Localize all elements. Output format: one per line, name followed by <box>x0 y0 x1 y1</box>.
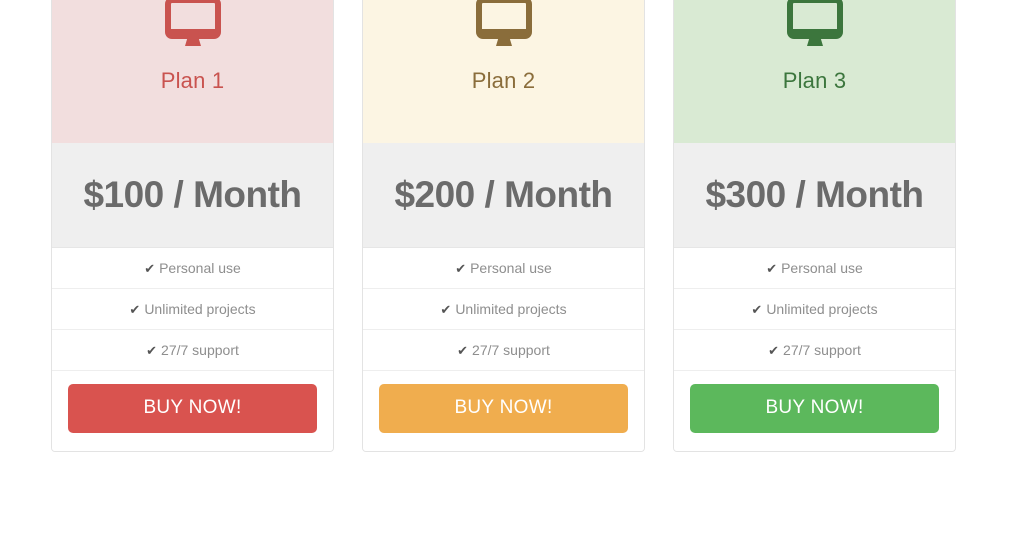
feature-row: ✔ Personal use <box>52 248 333 289</box>
feature-row: ✔ 27/7 support <box>52 330 333 371</box>
feature-row: ✔ 27/7 support <box>674 330 955 371</box>
pricing-table-container: Plan 1 $100 / Month ✔ Personal use ✔ Unlim… <box>0 0 1024 552</box>
feature-row: ✔ Unlimited projects <box>52 289 333 330</box>
pricing-card-plan-2[interactable]: Plan 2 $200 / Month ✔ Personal use ✔ Unlim… <box>362 0 645 452</box>
feature-label: 27/7 support <box>783 342 861 358</box>
plan-price-row: $300 / Month <box>674 143 955 248</box>
check-icon: ✔ <box>766 261 778 276</box>
feature-label: Unlimited projects <box>144 301 256 317</box>
plan-price: $300 / Month <box>705 174 924 215</box>
buy-now-button[interactable]: BUY NOW! <box>68 384 317 433</box>
pricing-card-plan-1[interactable]: Plan 1 $100 / Month ✔ Personal use ✔ Unlim… <box>51 0 334 452</box>
feature-row: ✔ Personal use <box>363 248 644 289</box>
plan-header: Plan 3 <box>674 0 955 143</box>
plan-footer: BUY NOW! <box>52 371 333 451</box>
buy-now-button[interactable]: BUY NOW! <box>379 384 628 433</box>
feature-label: Personal use <box>781 260 863 276</box>
plan-title: Plan 1 <box>160 68 225 93</box>
pricing-card-plan-3[interactable]: Plan 3 $300 / Month ✔ Personal use ✔ Unlim… <box>673 0 956 452</box>
check-icon: ✔ <box>129 302 141 317</box>
feature-label: Unlimited projects <box>766 301 878 317</box>
check-icon: ✔ <box>768 343 780 358</box>
feature-label: Personal use <box>159 260 241 276</box>
plan-title: Plan 2 <box>471 68 536 93</box>
feature-label: 27/7 support <box>161 342 239 358</box>
check-icon: ✔ <box>146 343 158 358</box>
check-icon: ✔ <box>144 261 156 276</box>
check-icon: ✔ <box>457 343 469 358</box>
desktop-monitor-icon <box>475 0 532 48</box>
buy-now-button[interactable]: BUY NOW! <box>690 384 939 433</box>
feature-row: ✔ Unlimited projects <box>363 289 644 330</box>
check-icon: ✔ <box>440 302 452 317</box>
feature-row: ✔ 27/7 support <box>363 330 644 371</box>
check-icon: ✔ <box>751 302 763 317</box>
desktop-monitor-icon <box>164 0 221 48</box>
plan-price-row: $100 / Month <box>52 143 333 248</box>
feature-row: ✔ Unlimited projects <box>674 289 955 330</box>
plan-price-row: $200 / Month <box>363 143 644 248</box>
desktop-monitor-icon <box>786 0 843 48</box>
plan-title: Plan 3 <box>782 68 847 93</box>
feature-label: Personal use <box>470 260 552 276</box>
feature-label: 27/7 support <box>472 342 550 358</box>
plan-footer: BUY NOW! <box>363 371 644 451</box>
plan-header: Plan 1 <box>52 0 333 143</box>
plan-header: Plan 2 <box>363 0 644 143</box>
check-icon: ✔ <box>455 261 467 276</box>
plan-footer: BUY NOW! <box>674 371 955 451</box>
feature-row: ✔ Personal use <box>674 248 955 289</box>
plan-price: $100 / Month <box>83 174 302 215</box>
plan-price: $200 / Month <box>394 174 613 215</box>
feature-label: Unlimited projects <box>455 301 567 317</box>
